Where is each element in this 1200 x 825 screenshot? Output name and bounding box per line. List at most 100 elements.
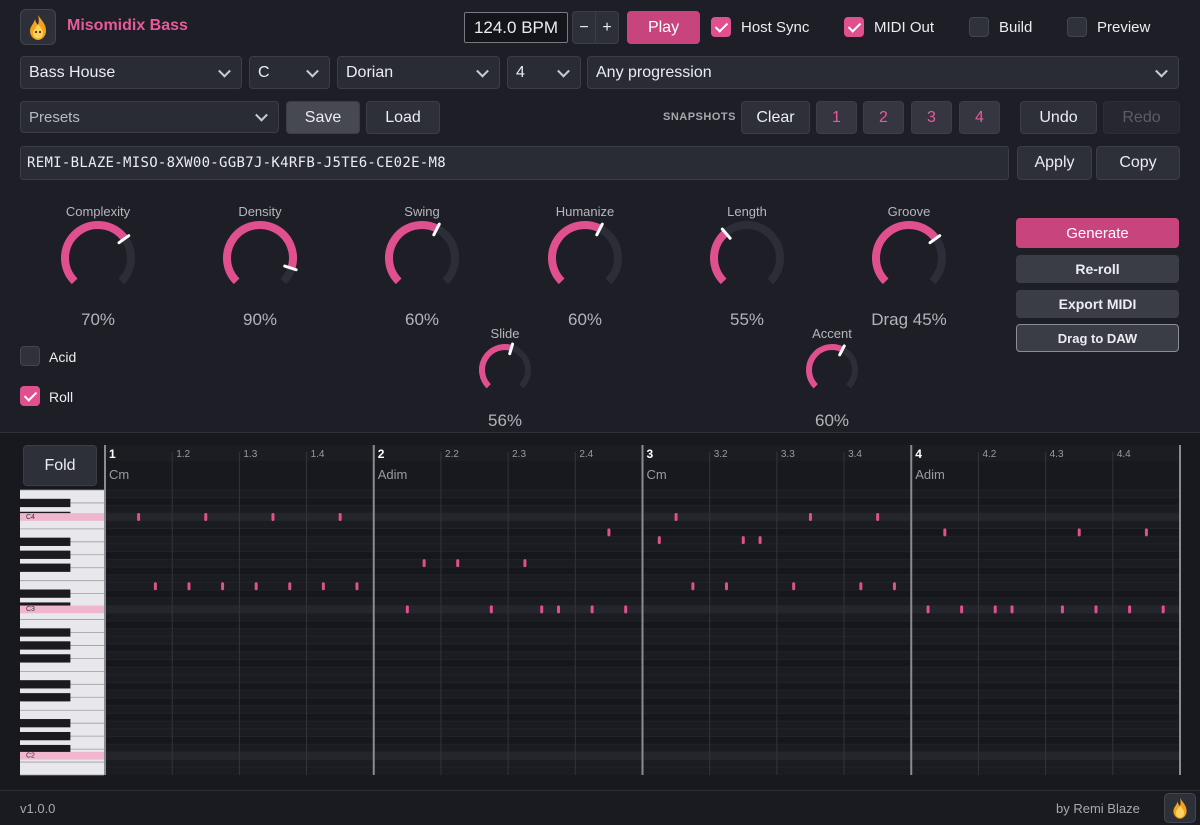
humanize-knob-label: Humanize	[555, 204, 615, 219]
density-knob-value: 90%	[242, 310, 278, 329]
redo-button[interactable]: Redo	[1103, 101, 1180, 134]
undo-button[interactable]: Undo	[1020, 101, 1097, 134]
midi-note	[960, 605, 964, 614]
roll-label: Roll	[49, 389, 74, 405]
midi-note	[456, 559, 460, 568]
black-key	[20, 589, 71, 598]
bpm-increase-button[interactable]: +	[595, 11, 619, 44]
accent-knob[interactable]	[806, 344, 858, 396]
apply-code-button[interactable]: Apply	[1017, 146, 1092, 180]
piano-roll[interactable]: 1 2 3 4 1.2 1.3 1.4 2.2 2.3 2.4 3.2 3.3 3.4 4.2 4.3 4.4…	[0, 432, 1200, 790]
bar-label: 3	[647, 447, 654, 461]
density-knob[interactable]	[223, 221, 297, 295]
humanize-knob[interactable]	[548, 221, 622, 295]
host-sync-checkbox[interactable]	[711, 17, 731, 37]
midi-note	[657, 536, 661, 545]
app-logo	[20, 9, 56, 45]
midi-note	[422, 559, 426, 568]
drag-to-daw-button[interactable]: Drag to DAW	[1016, 324, 1179, 352]
preview-checkbox[interactable]	[1067, 17, 1087, 37]
midi-note	[288, 582, 292, 591]
chord-label: Cm	[109, 467, 129, 482]
beat-label: 2.3	[512, 449, 526, 460]
clear-snapshots-button[interactable]: Clear	[741, 101, 810, 134]
midi-note	[993, 605, 997, 614]
midi-note	[724, 582, 728, 591]
complexity-knob[interactable]	[61, 221, 135, 295]
pattern-code-input[interactable]: REMI-BLAZE-MISO-8XW00-GGB7J-K4RFB-J5TE6-…	[20, 146, 1009, 180]
version-label: v1.0.0	[20, 801, 56, 816]
midi-note	[1094, 605, 1098, 614]
black-key	[20, 731, 71, 741]
copy-code-button[interactable]: Copy	[1096, 146, 1180, 180]
black-key	[20, 654, 71, 663]
midi-note	[523, 559, 527, 568]
midi-note	[271, 512, 275, 521]
presets-select[interactable]: Presets	[20, 101, 279, 133]
swing-knob[interactable]	[385, 221, 459, 295]
bpm-decrease-button[interactable]: −	[572, 11, 596, 44]
midi-note	[926, 605, 930, 614]
beat-label: 1.2	[176, 449, 190, 460]
snapshot-4-button[interactable]: 4	[959, 101, 1000, 134]
progression-select[interactable]: Any progression	[587, 56, 1179, 89]
key-label: C4	[26, 514, 35, 521]
bars-select[interactable]: 4	[507, 56, 581, 89]
credit-label: by Remi Blaze	[1056, 801, 1140, 816]
bar-label: 4	[915, 447, 922, 461]
load-preset-button[interactable]: Load	[366, 101, 440, 134]
midi-note	[338, 512, 342, 521]
beat-label: 1.4	[311, 449, 325, 460]
acid-checkbox[interactable]	[20, 346, 40, 366]
mode-select[interactable]: Dorian	[337, 56, 500, 89]
bpm-display[interactable]: 124.0 BPM	[464, 12, 568, 43]
midi-note	[1144, 528, 1148, 537]
footer-logo	[1164, 793, 1196, 823]
black-key	[20, 693, 71, 702]
chevron-down-icon	[255, 108, 268, 122]
acid-label: Acid	[49, 349, 77, 365]
save-preset-button[interactable]: Save	[286, 101, 360, 134]
midi-note	[153, 582, 157, 591]
midi-note	[691, 582, 695, 591]
export-midi-button[interactable]: Export MIDI	[1016, 290, 1179, 318]
presets-select-value: Presets	[29, 108, 80, 126]
groove-knob-label: Groove	[887, 204, 931, 219]
midi-out-label: MIDI Out	[874, 19, 935, 36]
chord-label: Cm	[647, 467, 667, 482]
snapshot-1-button[interactable]: 1	[816, 101, 857, 134]
roll-checkbox[interactable]	[20, 386, 40, 406]
midi-note	[187, 582, 191, 591]
swing-knob-label: Swing	[404, 204, 440, 219]
midi-note	[1128, 605, 1132, 614]
snapshot-2-button[interactable]: 2	[863, 101, 904, 134]
build-checkbox[interactable]	[969, 17, 989, 37]
beat-label: 3.3	[781, 449, 795, 460]
black-key	[20, 641, 71, 650]
midi-note	[540, 605, 544, 614]
black-key	[20, 628, 71, 637]
build-label: Build	[999, 19, 1033, 36]
chevron-down-icon	[1155, 64, 1168, 78]
slide-knob-value: 56%	[487, 411, 523, 430]
key-select[interactable]: C	[249, 56, 330, 89]
midi-note	[758, 536, 762, 545]
midi-out-checkbox[interactable]	[844, 17, 864, 37]
progression-select-value: Any progression	[596, 63, 712, 81]
groove-knob[interactable]	[872, 221, 946, 295]
slide-knob[interactable]	[479, 344, 531, 396]
chord-label: Adim	[378, 467, 408, 482]
style-select[interactable]: Bass House	[20, 56, 242, 89]
accent-knob-value: 60%	[814, 411, 850, 430]
generate-button[interactable]: Generate	[1016, 218, 1179, 248]
snapshot-3-button[interactable]: 3	[911, 101, 952, 134]
length-knob[interactable]	[710, 221, 784, 295]
midi-note	[254, 582, 258, 591]
key-label: C3	[26, 606, 35, 613]
reroll-button[interactable]: Re-roll	[1016, 255, 1179, 283]
play-button[interactable]: Play	[627, 11, 700, 44]
complexity-knob-value: 70%	[80, 310, 116, 329]
bars-select-value: 4	[516, 63, 525, 81]
bar-label: 2	[378, 447, 385, 461]
beat-label: 4.3	[1050, 449, 1064, 460]
